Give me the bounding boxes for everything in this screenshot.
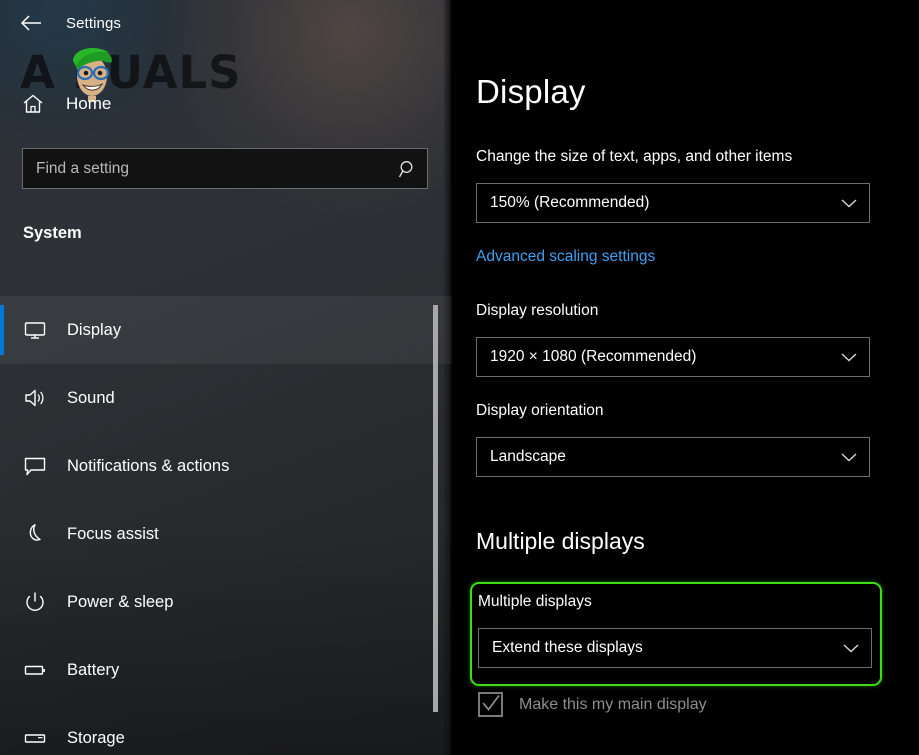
chevron-down-icon [831,629,871,667]
back-button[interactable] [8,7,54,39]
sidebar-item-display[interactable]: Display [0,296,452,364]
scale-value: 150% (Recommended) [490,194,650,211]
sidebar-item-power-sleep[interactable]: Power & sleep [0,568,452,636]
settings-window: Settings A PUALS Home Find a setting Sys… [0,0,919,755]
speaker-icon [20,383,50,413]
sidebar-section-header: System [23,224,82,242]
advanced-scaling-settings-link[interactable]: Advanced scaling settings [476,248,655,266]
sidebar-item-sound[interactable]: Sound [0,364,452,432]
sidebar-item-label: Storage [67,728,125,747]
sidebar-item-battery[interactable]: Battery [0,636,452,704]
back-arrow-icon [20,15,41,31]
selection-indicator [0,305,4,355]
battery-icon [20,655,50,685]
moon-icon [20,519,50,549]
window-title: Settings [66,14,121,32]
resolution-label: Display resolution [476,302,599,319]
search-input[interactable] [23,149,389,188]
sidebar-scrollbar[interactable] [431,300,440,718]
main-display-checkbox-label: Make this my main display [519,695,707,713]
home-icon [19,90,47,118]
page-title: Display [476,73,586,110]
power-icon [20,587,50,617]
display-settings-pane: Display Change the size of text, apps, a… [452,0,919,755]
orientation-label: Display orientation [476,402,604,419]
sidebar-item-label: Power & sleep [67,592,174,611]
orientation-dropdown[interactable]: Landscape [476,437,870,477]
multiple-displays-section-title: Multiple displays [476,528,645,554]
monitor-icon [20,315,50,345]
main-display-checkbox-row[interactable]: Make this my main display [478,692,707,717]
check-icon [482,694,500,711]
main-display-checkbox[interactable] [478,692,503,717]
sidebar-nav-list: Display Sound Notifications & actions Fo… [0,296,452,755]
multiple-displays-label: Multiple displays [478,593,592,610]
multiple-displays-value: Extend these displays [492,639,643,656]
resolution-value: 1920 × 1080 (Recommended) [490,348,697,365]
sidebar-item-label: Focus assist [67,524,159,543]
sidebar-item-home[interactable]: Home [0,86,452,122]
search-icon[interactable] [389,149,427,188]
sidebar-item-label: Notifications & actions [67,456,230,475]
chat-bubble-icon [20,451,50,481]
chevron-down-icon [829,184,869,222]
scale-label: Change the size of text, apps, and other… [476,148,793,165]
orientation-value: Landscape [490,448,566,465]
sidebar-item-label: Sound [67,388,115,407]
sidebar-item-notifications[interactable]: Notifications & actions [0,432,452,500]
drive-icon [20,723,50,753]
home-label: Home [66,94,112,113]
sidebar-item-storage[interactable]: Storage [0,704,452,755]
chevron-down-icon [829,338,869,376]
settings-sidebar: Settings A PUALS Home Find a setting Sys… [0,0,452,755]
resolution-dropdown[interactable]: 1920 × 1080 (Recommended) [476,337,870,377]
sidebar-item-label: Display [67,320,122,339]
scrollbar-thumb[interactable] [433,305,438,712]
chevron-down-icon [829,438,869,476]
sidebar-item-focus-assist[interactable]: Focus assist [0,500,452,568]
search-box[interactable] [22,148,428,189]
sidebar-item-label: Battery [67,660,120,679]
multiple-displays-dropdown[interactable]: Extend these displays [478,628,872,668]
window-titlebar: Settings [0,0,452,46]
scale-dropdown[interactable]: 150% (Recommended) [476,183,870,223]
